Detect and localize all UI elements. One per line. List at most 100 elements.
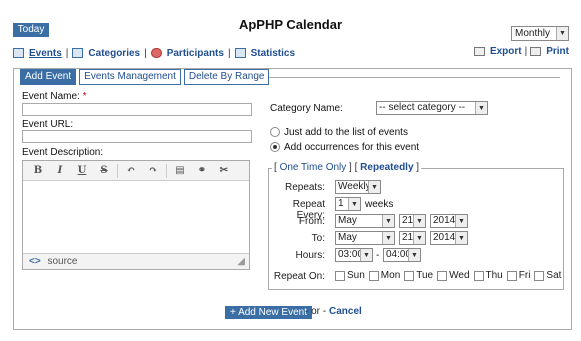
from-label: From: xyxy=(298,216,325,227)
checkbox[interactable] xyxy=(473,270,484,281)
add-new-event-button[interactable]: + Add New Event xyxy=(225,306,312,319)
nav-separator: | xyxy=(524,46,528,57)
checkbox[interactable] xyxy=(368,270,379,281)
to-year-select[interactable]: 2014 ▼ xyxy=(430,231,468,245)
event-description-label: Event Description: xyxy=(22,147,104,158)
redo-icon[interactable]: ↷ xyxy=(142,165,164,176)
day-sun[interactable]: Sun xyxy=(335,270,365,281)
chevron-down-icon: ▼ xyxy=(382,232,394,244)
day-mon[interactable]: Mon xyxy=(368,270,400,281)
export-link[interactable]: Export xyxy=(490,46,522,57)
chevron-down-icon: ▼ xyxy=(455,232,467,244)
day-fri[interactable]: Fri xyxy=(506,270,530,281)
nav-events[interactable]: Events xyxy=(29,48,62,59)
radio-button-selected[interactable] xyxy=(270,142,280,153)
print-icon xyxy=(530,47,542,56)
checkbox[interactable] xyxy=(534,270,545,281)
link-icon[interactable]: ⚭ xyxy=(191,165,213,176)
categories-icon xyxy=(72,48,84,58)
hours-separator: - xyxy=(376,250,380,261)
required-mark: * xyxy=(82,91,87,102)
from-year-value: 2014 xyxy=(433,215,456,226)
one-time-link[interactable]: One Time Only xyxy=(280,162,347,173)
statistics-icon xyxy=(234,48,246,58)
from-month-value: May xyxy=(338,215,357,226)
nav-categories[interactable]: Categories xyxy=(88,48,140,59)
underline-icon[interactable]: U xyxy=(71,165,93,176)
radio-button[interactable] xyxy=(270,127,280,138)
category-select[interactable]: -- select category -- ▼ xyxy=(376,101,488,115)
tab-add-event[interactable]: Add Event xyxy=(20,69,77,85)
repeat-every-select[interactable]: 1 ▼ xyxy=(335,197,361,211)
radio-list-label: Just add to the list of events xyxy=(284,127,408,138)
export-icon xyxy=(473,47,485,56)
radio-occurrences-label: Add occurrences for this event xyxy=(284,142,420,153)
radio-list-option[interactable]: Just add to the list of events xyxy=(270,127,408,138)
print-link[interactable]: Print xyxy=(546,46,569,57)
source-toggle[interactable]: source xyxy=(47,256,77,267)
undo-icon[interactable]: ↶ xyxy=(120,165,142,176)
resize-handle-icon[interactable]: ◢ xyxy=(237,254,245,269)
source-icon[interactable]: <> xyxy=(29,256,41,267)
to-month-select[interactable]: May ▼ xyxy=(335,231,395,245)
repeat-on-label: Repeat On: xyxy=(273,271,325,282)
day-sat[interactable]: Sat xyxy=(534,270,561,281)
or-separator: - or - xyxy=(305,306,327,317)
day-thu[interactable]: Thu xyxy=(473,270,503,281)
day-label: Sun xyxy=(347,270,365,281)
repeats-label: Repeats: xyxy=(284,182,325,193)
tab-bar: Add Event Events Management Delete By Ra… xyxy=(20,69,270,85)
toolbar-separator xyxy=(117,163,118,178)
from-day-select[interactable]: 21 ▼ xyxy=(399,214,426,228)
chevron-down-icon: ▼ xyxy=(413,215,425,227)
event-name-input[interactable] xyxy=(22,103,252,116)
repeat-days: Sun Mon Tue Wed Thu Fri Sat xyxy=(335,270,565,281)
nav-participants[interactable]: Participants xyxy=(167,48,224,59)
repeat-every-unit: weeks xyxy=(365,199,394,210)
to-year-value: 2014 xyxy=(433,232,456,243)
day-label: Sat xyxy=(546,270,562,281)
view-select[interactable]: Monthly ▼ xyxy=(511,26,569,41)
nav-statistics[interactable]: Statistics xyxy=(251,48,295,59)
hours-label: Hours: xyxy=(295,250,325,261)
chevron-down-icon: ▼ xyxy=(360,249,372,261)
cancel-link[interactable]: Cancel xyxy=(329,306,362,317)
from-year-select[interactable]: 2014 ▼ xyxy=(430,214,468,228)
day-wed[interactable]: Wed xyxy=(437,270,470,281)
nav-separator: | xyxy=(144,47,147,59)
category-label: Category Name: xyxy=(270,103,343,114)
event-url-input[interactable] xyxy=(22,130,252,143)
nav-separator: | xyxy=(227,47,231,59)
checkbox[interactable] xyxy=(437,270,448,281)
day-tue[interactable]: Tue xyxy=(404,270,433,281)
day-label: Tue xyxy=(416,270,434,281)
description-editor[interactable]: B I U S ↶ ↷ ▤ ⚭ ✂ <> source ◢ xyxy=(22,160,250,270)
to-day-select[interactable]: 21 ▼ xyxy=(399,231,426,245)
italic-icon[interactable]: I xyxy=(49,165,71,176)
hours-from-select[interactable]: 03:00 ▼ xyxy=(335,248,373,262)
tab-events-management[interactable]: Events Management xyxy=(79,69,181,85)
category-select-value: -- select category -- xyxy=(379,102,466,113)
tab-delete-by-range[interactable]: Delete By Range xyxy=(183,69,270,85)
from-month-select[interactable]: May ▼ xyxy=(335,214,395,228)
image-icon[interactable]: ▤ xyxy=(169,165,191,176)
participants-icon xyxy=(150,48,162,58)
checkbox[interactable] xyxy=(404,270,415,281)
day-label: Wed xyxy=(449,270,470,281)
repeat-mode-switch: [ One Time Only ] [ Repeatedly ] xyxy=(272,162,422,173)
checkbox[interactable] xyxy=(506,270,517,281)
unlink-icon[interactable]: ✂ xyxy=(213,165,235,176)
repeats-select[interactable]: Weekly ▼ xyxy=(335,180,381,194)
event-url-label: Event URL: xyxy=(22,119,74,130)
chevron-down-icon: ▼ xyxy=(556,27,568,40)
strikethrough-icon[interactable]: S xyxy=(93,165,115,176)
checkbox[interactable] xyxy=(335,270,345,281)
nav-separator: | xyxy=(65,47,69,59)
chevron-down-icon: ▼ xyxy=(348,198,360,210)
editor-footer: <> source ◢ xyxy=(23,253,249,269)
radio-occurrences-option[interactable]: Add occurrences for this event xyxy=(270,142,419,153)
repeatedly-link[interactable]: Repeatedly xyxy=(360,162,413,173)
hours-to-select[interactable]: 04:00 ▼ xyxy=(383,248,421,262)
bold-icon[interactable]: B xyxy=(27,165,49,176)
view-select-value: Monthly xyxy=(515,28,551,39)
